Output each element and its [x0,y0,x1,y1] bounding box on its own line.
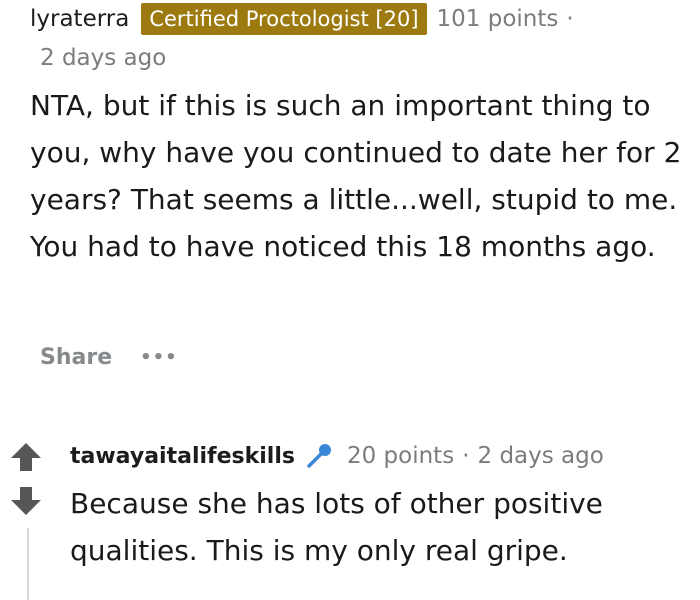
reply-meta: tawayaitalifeskills 20 points · 2 days a… [70,434,695,478]
comment-meta: lyraterra Certified Proctologist [20] 10… [30,0,694,38]
reply-comment: tawayaitalifeskills 20 points · 2 days a… [70,434,695,574]
comment-points: 101 points [436,6,559,32]
comment-timestamp: 2 days ago [40,45,167,71]
more-options-button[interactable]: ••• [140,347,178,368]
upvote-icon[interactable] [10,442,42,472]
reply-body: Because she has lots of other positive q… [70,487,603,567]
separator-dot: · [462,443,470,469]
downvote-icon[interactable] [10,486,42,516]
reply-timestamp: 2 days ago [477,443,604,469]
share-button[interactable]: Share [40,345,112,370]
comment: lyraterra Certified Proctologist [20] 10… [30,0,694,270]
reply-username[interactable]: tawayaitalifeskills [70,444,295,469]
reply-vote-column [5,440,45,600]
comment-username[interactable]: lyraterra [30,6,129,32]
comment-actions: Share ••• [40,337,178,377]
separator-dot: · [566,6,574,32]
reply-points: 20 points [346,443,455,469]
user-flair: Certified Proctologist [20] [141,3,427,35]
microphone-icon [307,444,331,468]
comment-body: NTA, but if this is such an important th… [30,89,682,263]
thread-line[interactable] [27,528,29,600]
